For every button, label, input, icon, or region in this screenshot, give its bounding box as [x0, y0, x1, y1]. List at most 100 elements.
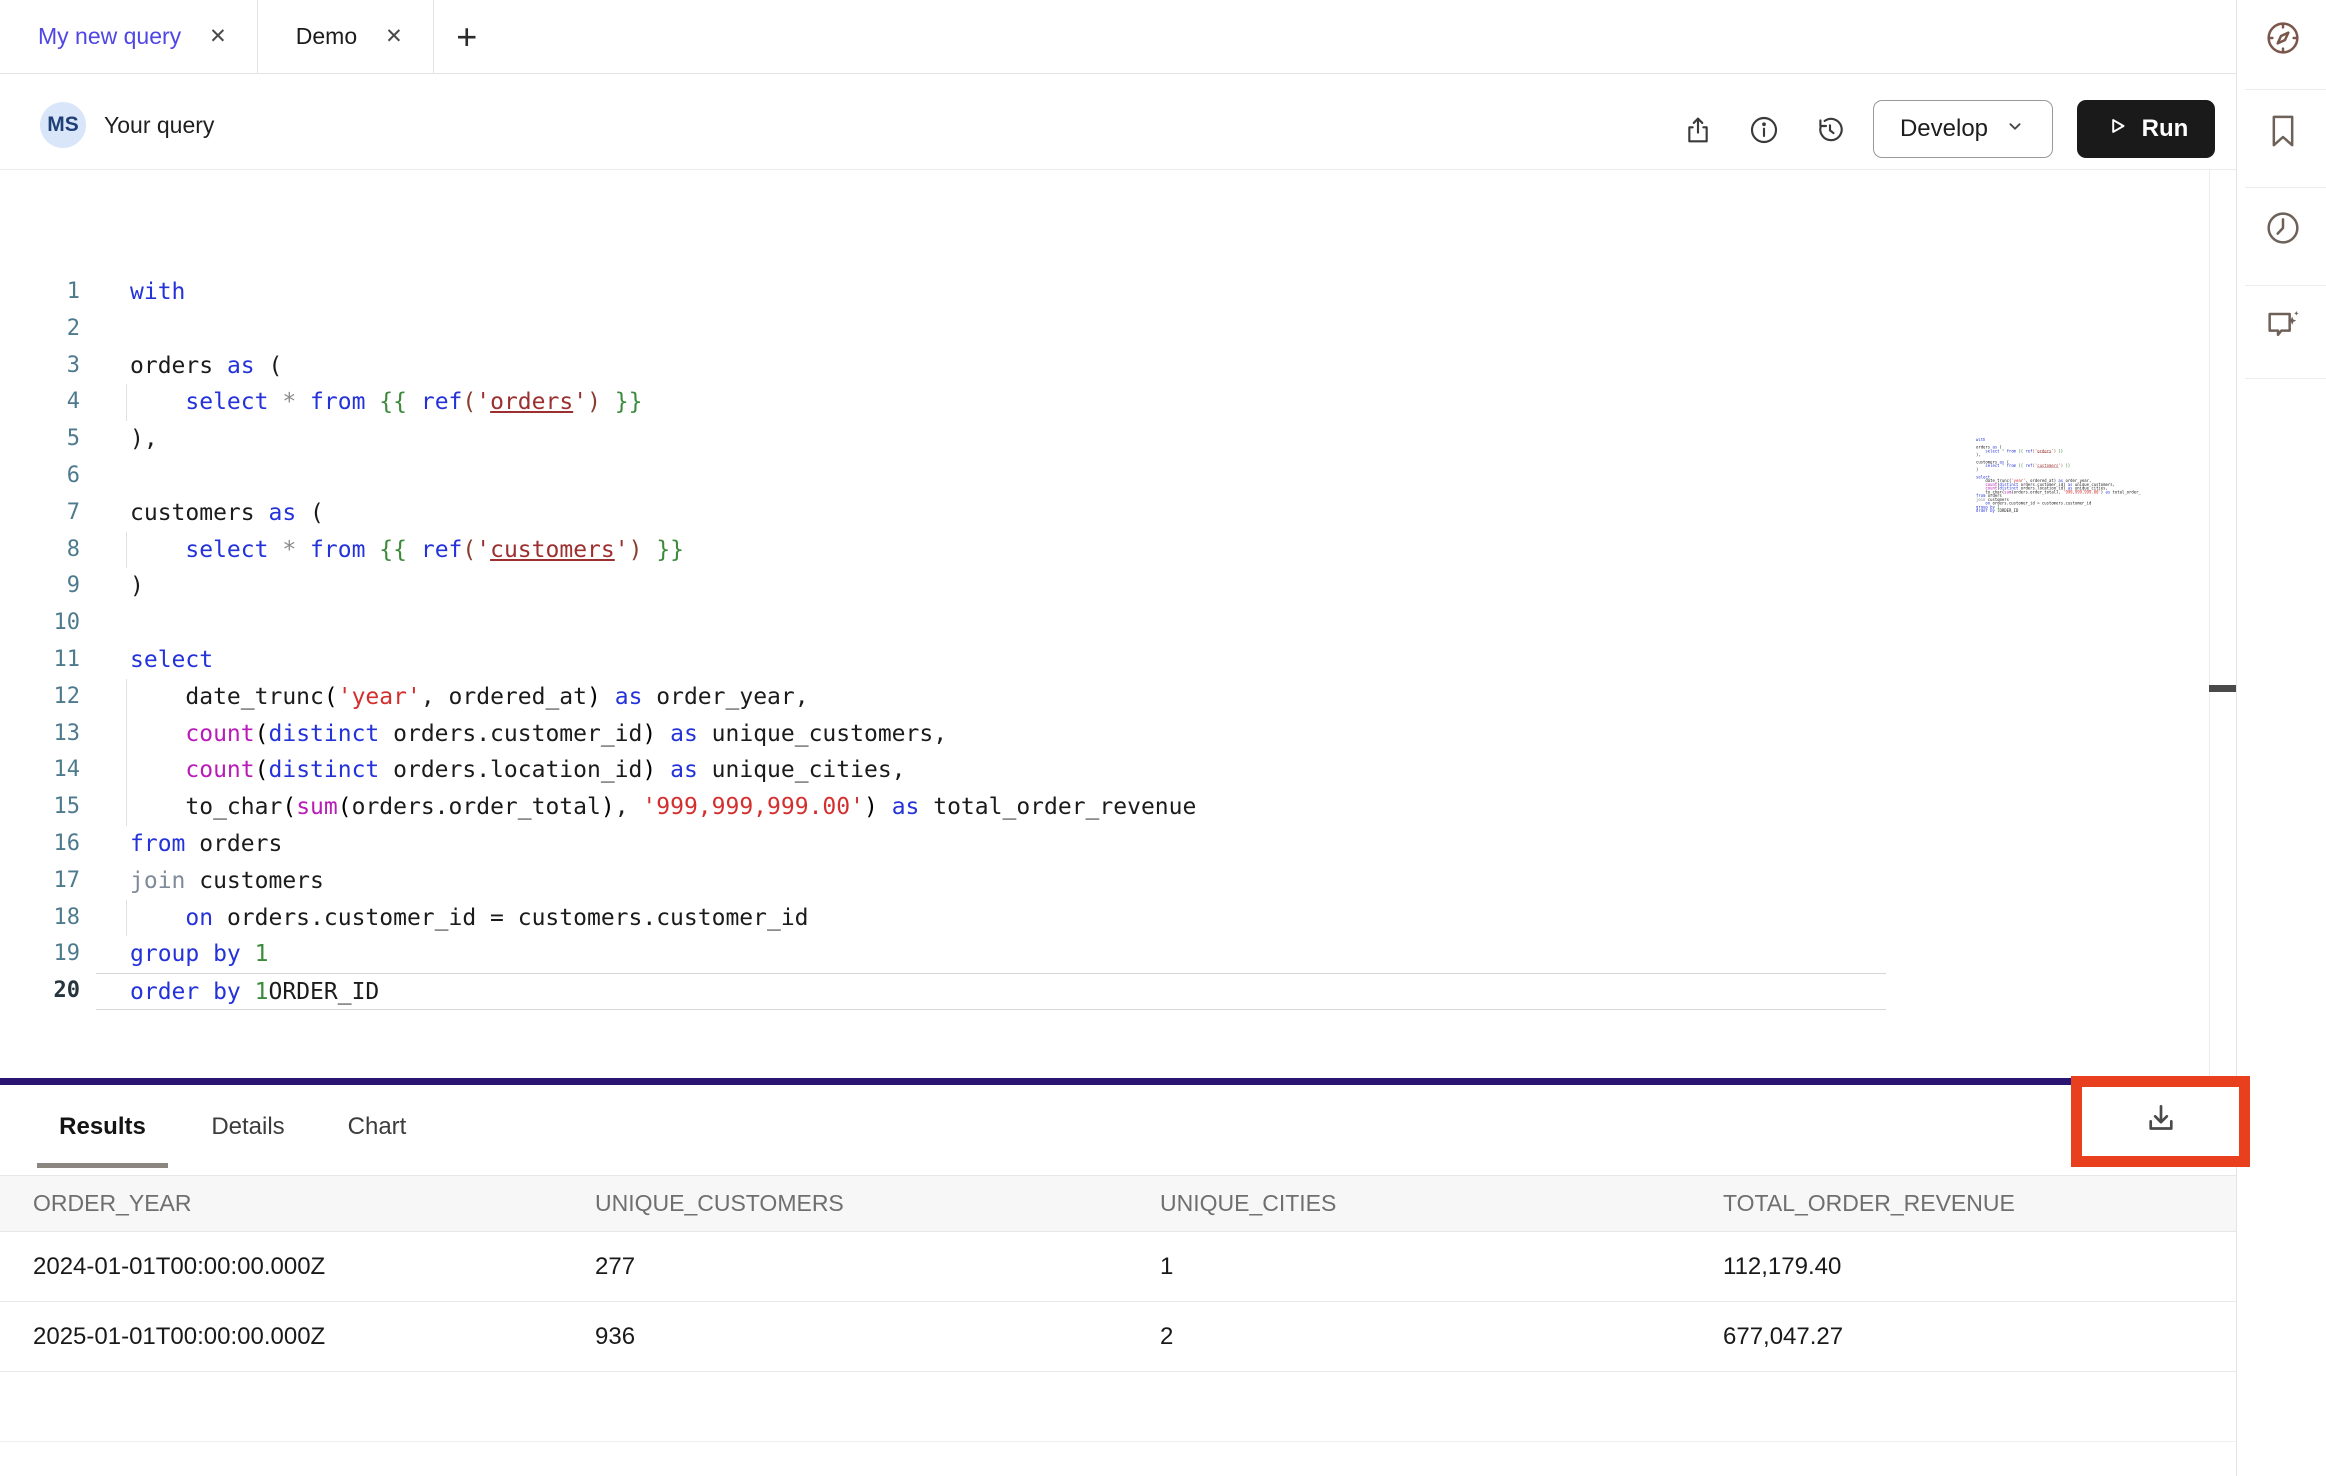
history-button[interactable] [1812, 114, 1848, 150]
code-line-6[interactable]: 6 [0, 458, 2209, 495]
sidebar-divider [2245, 187, 2326, 188]
code-line-content: order by 1ORDER_ID [96, 973, 1886, 1010]
clock-icon [2263, 208, 2303, 253]
column-header[interactable]: UNIQUE_CITIES [1127, 1190, 1690, 1217]
share-icon [1682, 114, 1714, 151]
tab-label: My new query [38, 23, 181, 50]
minimap[interactable]: withorders as ( select * from {{ ref('or… [1976, 438, 2141, 530]
code-line-content: count(distinct orders.location_id) as un… [96, 752, 2209, 789]
code-line-13[interactable]: 13 count(distinct orders.customer_id) as… [0, 716, 2209, 753]
tab-results[interactable]: Results [37, 1086, 168, 1168]
tab-demo[interactable]: Demo ✕ [258, 0, 434, 73]
table-empty-row [0, 1372, 2237, 1442]
code-line-content: orders as ( [96, 348, 2209, 385]
code-line-content [96, 605, 2209, 642]
column-header[interactable]: ORDER_YEAR [0, 1190, 562, 1217]
line-number: 19 [0, 936, 96, 973]
code-line-14[interactable]: 14 count(distinct orders.location_id) as… [0, 752, 2209, 789]
bookmarks-button[interactable] [2263, 113, 2303, 153]
right-sidebar [2237, 0, 2326, 1476]
code-line-11[interactable]: 11select [0, 642, 2209, 679]
table-cell: 112,179.40 [1690, 1253, 2237, 1281]
sidebar-divider [2245, 378, 2326, 379]
line-number: 9 [0, 568, 96, 605]
code-line-content: with [96, 274, 2209, 311]
run-label: Run [2142, 115, 2189, 143]
sql-code-editor[interactable]: 1with23orders as (4 select * from {{ ref… [0, 170, 2209, 1078]
scrollbar-handle[interactable] [2209, 685, 2237, 692]
code-line-7[interactable]: 7customers as ( [0, 495, 2209, 532]
code-line-content [96, 311, 2209, 348]
code-line-content: customers as ( [96, 495, 2209, 532]
ai-assistant-button[interactable] [2263, 306, 2303, 346]
bookmark-icon [2263, 111, 2303, 156]
table-cell: 677,047.27 [1690, 1323, 2237, 1351]
info-icon [1748, 114, 1780, 151]
new-tab-button[interactable]: + [434, 0, 500, 73]
line-number: 14 [0, 752, 96, 789]
explore-button[interactable] [2263, 20, 2303, 60]
code-line-9[interactable]: 9) [0, 568, 2209, 605]
code-line-1[interactable]: 1with [0, 274, 2209, 311]
sidebar-divider [2245, 89, 2326, 90]
minimap-code: withorders as ( select * from {{ ref('or… [1976, 438, 2138, 513]
sidebar-divider [2245, 285, 2326, 286]
code-line-19[interactable]: 19group by 1 [0, 936, 2209, 973]
close-icon[interactable]: ✕ [385, 26, 403, 47]
develop-dropdown[interactable]: Develop [1873, 100, 2053, 158]
line-number: 6 [0, 458, 96, 495]
line-number: 18 [0, 900, 96, 937]
table-cell: 277 [562, 1253, 1127, 1281]
code-line-content [96, 458, 2209, 495]
code-line-content: date_trunc('year', ordered_at) as order_… [96, 679, 2209, 716]
tab-my-new-query[interactable]: My new query ✕ [0, 0, 258, 73]
line-number: 3 [0, 348, 96, 385]
line-number: 10 [0, 605, 96, 642]
share-button[interactable] [1680, 114, 1716, 150]
close-icon[interactable]: ✕ [209, 26, 227, 47]
code-line-15[interactable]: 15 to_char(sum(orders.order_total), '999… [0, 789, 2209, 826]
code-line-content: on orders.customer_id = customers.custom… [96, 900, 2209, 937]
code-line-16[interactable]: 16from orders [0, 826, 2209, 863]
info-button[interactable] [1746, 114, 1782, 150]
code-line-content: to_char(sum(orders.order_total), '999,99… [96, 789, 2209, 826]
code-line-10[interactable]: 10 [0, 605, 2209, 642]
code-line-content: count(distinct orders.customer_id) as un… [96, 716, 2209, 753]
line-number: 20 [0, 973, 96, 1010]
code-line-20[interactable]: 20order by 1ORDER_ID [0, 973, 2209, 1010]
code-line-18[interactable]: 18 on orders.customer_id = customers.cus… [0, 900, 2209, 937]
code-line-17[interactable]: 17join customers [0, 863, 2209, 900]
table-cell: 2025-01-01T00:00:00.000Z [0, 1323, 562, 1351]
column-header[interactable]: UNIQUE_CUSTOMERS [562, 1190, 1127, 1217]
code-line-12[interactable]: 12 date_trunc('year', ordered_at) as ord… [0, 679, 2209, 716]
history-icon [1814, 114, 1846, 151]
line-number: 16 [0, 826, 96, 863]
download-highlight-annotation [2071, 1076, 2250, 1167]
play-icon [2104, 113, 2130, 146]
code-line-5[interactable]: 5), [0, 421, 2209, 458]
page-title: Your query [104, 112, 214, 139]
tab-details[interactable]: Details [185, 1086, 311, 1168]
code-line-content: join customers [96, 863, 2209, 900]
line-number: 8 [0, 532, 96, 569]
line-number: 17 [0, 863, 96, 900]
table-cell: 2024-01-01T00:00:00.000Z [0, 1253, 562, 1281]
code-line-3[interactable]: 3orders as ( [0, 348, 2209, 385]
download-button[interactable] [2142, 1100, 2180, 1143]
line-number: 2 [0, 311, 96, 348]
avatar: MS [40, 102, 86, 148]
code-line-4[interactable]: 4 select * from {{ ref('orders') }} [0, 384, 2209, 421]
sql-ide-window: My new query ✕ Demo ✕ + MS Your query [0, 0, 2326, 1476]
table-row[interactable]: 2024-01-01T00:00:00.000Z2771112,179.40 [0, 1232, 2237, 1302]
table-row[interactable]: 2025-01-01T00:00:00.000Z9362677,047.27 [0, 1302, 2237, 1372]
recent-button[interactable] [2263, 210, 2303, 250]
panel-resize-divider[interactable] [0, 1078, 2237, 1085]
code-line-2[interactable]: 2 [0, 311, 2209, 348]
code-line-content: select * from {{ ref('customers') }} [96, 532, 2209, 569]
code-line-content: ), [96, 421, 2209, 458]
code-line-8[interactable]: 8 select * from {{ ref('customers') }} [0, 532, 2209, 569]
tab-chart[interactable]: Chart [325, 1086, 429, 1168]
line-number: 1 [0, 274, 96, 311]
column-header[interactable]: TOTAL_ORDER_REVENUE [1690, 1190, 2237, 1217]
run-button[interactable]: Run [2077, 100, 2215, 158]
